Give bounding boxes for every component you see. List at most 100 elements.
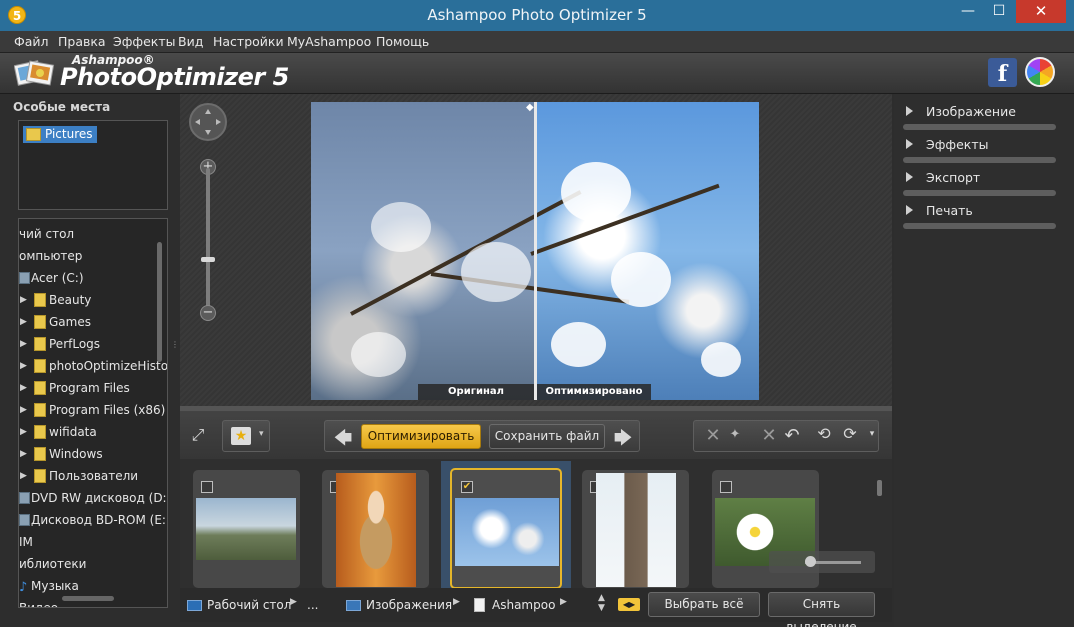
folder-icon (34, 359, 46, 373)
tree-item[interactable]: ▶ Games (19, 312, 167, 332)
menu-help[interactable]: Помощь (376, 34, 429, 49)
expand-arrow-icon[interactable]: ▶ (20, 422, 27, 442)
tree-item[interactable]: Acer (C:) (19, 268, 167, 288)
maximize-button[interactable]: ☐ (985, 0, 1013, 23)
tree-item[interactable]: DVD RW дисковод (D:) (19, 488, 167, 508)
stars-icon[interactable]: ✦ (724, 427, 746, 449)
facebook-icon[interactable]: f (988, 58, 1017, 87)
thumbnail-scrollbar[interactable] (877, 480, 882, 496)
menu-file[interactable]: Файл (14, 34, 49, 49)
save-file-button[interactable]: Сохранить файл (489, 424, 605, 449)
tree-item[interactable]: ▶ Пользователи (19, 466, 167, 486)
tree-item[interactable]: чий стол (19, 224, 167, 244)
reset-cross-icon[interactable]: ✕ (702, 425, 724, 447)
compare-divider[interactable] (534, 102, 537, 400)
close-button[interactable]: ✕ (1016, 0, 1066, 23)
tree-item[interactable]: ▶ Program Files (x86) (19, 400, 167, 420)
rotate-left-icon[interactable]: ⟲ (813, 424, 835, 446)
thumbnail-card[interactable] (582, 470, 689, 588)
divider-handle-icon[interactable]: ◆ (526, 102, 534, 113)
section-divider (903, 223, 1056, 229)
deselect-button[interactable]: Снять выделение (768, 592, 875, 627)
folder-icon (34, 315, 46, 329)
tree-item-label: Видео (19, 601, 59, 608)
thumbnail-card[interactable] (322, 470, 429, 588)
breadcrumb-ellipsis[interactable]: ... (307, 598, 318, 612)
delete-cross-icon[interactable]: ✕ (758, 425, 780, 447)
expand-arrow-icon[interactable]: ▶ (20, 466, 27, 486)
expand-arrow-icon (906, 106, 913, 116)
expand-arrow-icon[interactable]: ▶ (20, 378, 27, 398)
thumbnail-card-selected[interactable]: ✔ (450, 468, 562, 589)
thumbnail-card[interactable] (193, 470, 300, 588)
folder-tree[interactable]: чий стол омпьютер Acer (C:) ▶ Beauty ▶ Games ▶ P… (18, 218, 168, 608)
tree-item-label: Acer (C:) (31, 271, 84, 285)
tree-item[interactable]: Дисковод BD-ROM (E:) (19, 510, 167, 530)
breadcrumb-desktop[interactable]: Рабочий стол (207, 598, 291, 612)
tree-item[interactable]: ▶ PerfLogs (19, 334, 167, 354)
menu-edit[interactable]: Правка (58, 34, 106, 49)
tree-item[interactable]: ▶ Program Files (19, 378, 167, 398)
minimize-button[interactable]: — (954, 0, 982, 23)
tree-item[interactable]: IM (19, 532, 167, 552)
tree-item[interactable]: ▶ Beauty (19, 290, 167, 310)
expand-arrow-icon[interactable]: ▶ (20, 444, 27, 464)
section-divider (903, 157, 1056, 163)
expand-arrow-icon[interactable]: ▶ (20, 290, 27, 310)
section-label: Печать (926, 203, 973, 218)
thumbnail-size-slider[interactable] (769, 551, 875, 573)
menu-settings[interactable]: Настройки (213, 34, 284, 49)
tree-item[interactable]: иблиотеки (19, 554, 167, 574)
expand-arrow-icon[interactable]: ▶ (20, 400, 27, 420)
zoom-slider-thumb[interactable] (201, 257, 215, 262)
expand-arrow-icon (906, 205, 913, 215)
thumbnail-checkbox[interactable]: ✔ (461, 481, 473, 493)
menu-effects[interactable]: Эффекты (113, 34, 176, 49)
slider-knob[interactable] (805, 556, 816, 567)
expand-arrow-icon[interactable]: ▶ (20, 334, 27, 354)
breadcrumb-separator-icon[interactable]: ▶ (453, 597, 460, 607)
tree-item[interactable]: омпьютер (19, 246, 167, 266)
places-item-pictures[interactable]: Pictures (23, 126, 97, 143)
breadcrumb-images[interactable]: Изображения (366, 598, 452, 612)
next-arrow-icon[interactable]: 🡆 (611, 426, 635, 449)
fullscreen-icon[interactable]: ⤢ (186, 425, 210, 447)
menu-view[interactable]: Вид (178, 34, 203, 49)
zoom-out-button[interactable]: − (200, 305, 216, 321)
tree-vertical-scrollbar[interactable] (157, 228, 163, 588)
breadcrumb-separator-icon[interactable]: ▶ (560, 597, 567, 607)
menu-bar: Файл Правка Эффекты Вид Настройки MyAsha… (0, 31, 1074, 53)
chevron-down-icon[interactable]: ▾ (866, 429, 878, 443)
expand-arrow-icon[interactable]: ▶ (20, 312, 27, 332)
zoom-slider[interactable] (206, 168, 210, 313)
tree-item[interactable]: ♪ Музыка (19, 576, 167, 596)
crumb-scroll-icon[interactable]: ▲ ▼ (598, 593, 605, 613)
special-places-list: Pictures (18, 120, 168, 210)
rotate-right-icon[interactable]: ⟳ (839, 424, 861, 446)
prev-arrow-icon[interactable]: 🡄 (331, 426, 355, 449)
tree-item[interactable]: ▶ wifidata (19, 422, 167, 442)
breadcrumb-separator-icon[interactable]: ▶ (290, 597, 297, 607)
pan-navigator[interactable] (189, 103, 227, 141)
auto-effects-dropdown[interactable]: ★ ▾ (222, 420, 270, 452)
tree-item-label: чий стол (19, 227, 75, 241)
thumbnail-checkbox[interactable] (201, 481, 213, 493)
undo-icon[interactable]: ↶ (781, 425, 803, 447)
picasa-icon[interactable] (1025, 57, 1055, 87)
scrollbar-thumb[interactable] (157, 242, 162, 362)
thumbnail-checkbox[interactable] (720, 481, 732, 493)
select-all-button[interactable]: Выбрать всё (648, 592, 760, 617)
tree-item[interactable]: ▶ photoOptimizeHistory (19, 356, 167, 376)
view-toggle-icon[interactable]: ◀▶ (618, 598, 640, 611)
breadcrumb-ashampoo[interactable]: Ashampoo (492, 598, 555, 612)
expand-arrow-icon[interactable]: ▶ (20, 356, 27, 376)
panel-resize-grip[interactable]: ⋮ (171, 340, 179, 360)
music-icon: ♪ (19, 580, 28, 595)
photos-logo-icon (14, 60, 55, 86)
tree-item[interactable]: ▶ Windows (19, 444, 167, 464)
folder-icon (34, 337, 46, 351)
chevron-down-icon: ▾ (259, 429, 264, 439)
tree-horizontal-scrollbar[interactable] (62, 596, 114, 601)
menu-myashampoo[interactable]: MyAshampoo (287, 34, 371, 49)
optimize-button[interactable]: Оптимизировать (361, 424, 481, 449)
